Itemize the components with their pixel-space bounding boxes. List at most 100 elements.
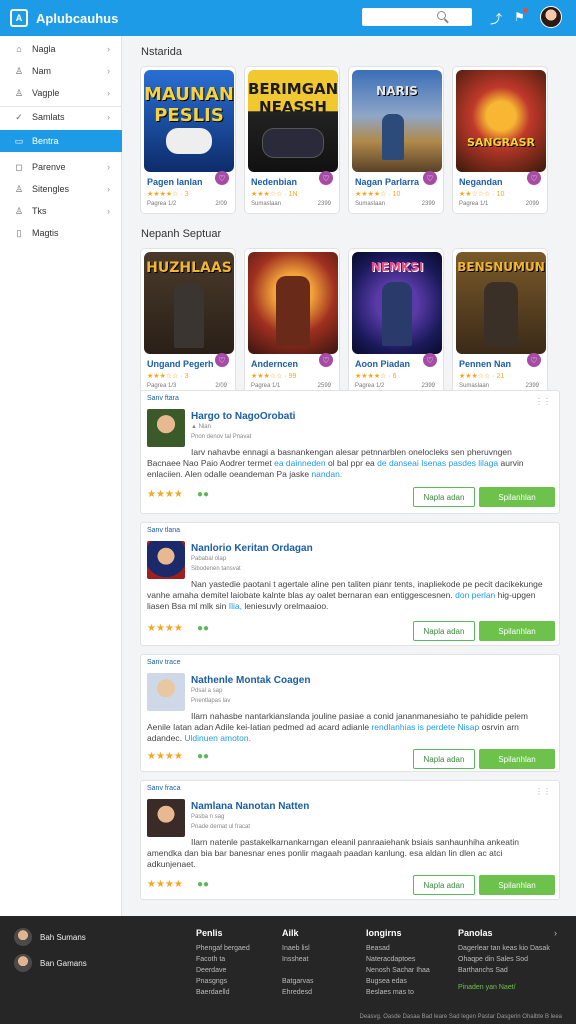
- post-link[interactable]: rendlanhias is perdete Nisap: [371, 722, 479, 732]
- game-card[interactable]: BERIMGAN NEASSH Nedenbian ♡ ★★★☆☆ · 1N S…: [244, 66, 340, 214]
- game-card[interactable]: Anderncen ♡ ★★★☆☆ · 99 Pagrea 1/1 2599: [244, 248, 340, 396]
- sidebar-item-magtis[interactable]: ▯ Magtis: [0, 222, 122, 244]
- post-link[interactable]: nandan.: [311, 469, 342, 479]
- footer-link[interactable]: Batgarvas: [282, 976, 314, 987]
- game-number: 2/09: [215, 201, 227, 207]
- game-number: 2399: [317, 201, 331, 207]
- game-cover-text: NARIS: [376, 84, 418, 98]
- heart-icon[interactable]: ♡: [423, 353, 437, 367]
- game-card[interactable]: BENSNUMUN Pennen Nan ♡ ★★★☆☆ · 21 Sumasl…: [452, 248, 548, 396]
- post-link[interactable]: Uldinuen amoton.: [184, 733, 251, 743]
- game-cover-image: NARIS: [352, 70, 442, 172]
- post-rating: ★★★★: [147, 623, 183, 634]
- post-link[interactable]: don perlan: [455, 590, 495, 600]
- primary-button[interactable]: Spilanhlan: [479, 487, 555, 507]
- chevron-right-icon: ›: [107, 162, 110, 172]
- footer-link[interactable]: [282, 965, 314, 976]
- footer-link[interactable]: Nateracdaptoes: [366, 954, 430, 965]
- footer-link[interactable]: Beasad: [366, 943, 430, 954]
- game-cover-text: BENSNUMUN: [457, 260, 545, 274]
- secondary-button[interactable]: Napla adan: [413, 875, 475, 895]
- game-title: Pennen Nan: [459, 359, 512, 369]
- more-icon[interactable]: ⋮⋮: [535, 397, 551, 406]
- secondary-button[interactable]: Napla adan: [413, 487, 475, 507]
- section-title-featured: Nstarida: [141, 46, 182, 58]
- avatar[interactable]: [540, 6, 562, 28]
- sidebar-item-bentra[interactable]: ▭ Bentra: [0, 130, 122, 152]
- post-link[interactable]: ea dainneden: [274, 458, 326, 468]
- game-number: 2599: [317, 383, 331, 389]
- footer-link[interactable]: Pnasgngs: [196, 976, 250, 987]
- search-icon[interactable]: [437, 11, 446, 20]
- chevron-right-icon[interactable]: ›: [554, 928, 557, 938]
- post-title[interactable]: Hargo to NagoOrobati: [191, 411, 295, 422]
- status-dots: ●●: [197, 751, 210, 762]
- footer-link[interactable]: Beslaes mas to: [366, 987, 430, 998]
- heart-icon[interactable]: ♡: [423, 171, 437, 185]
- footer-link[interactable]: Pinaden yan Naet/: [458, 982, 566, 993]
- sidebar-item-sitengles[interactable]: ♙ Sitengles ›: [0, 178, 122, 200]
- sidebar-item-samlats[interactable]: ✓ Samlats ›: [0, 106, 122, 128]
- heart-icon[interactable]: ♡: [527, 171, 541, 185]
- game-rating: ★★★☆☆ · 21: [459, 373, 505, 380]
- post-meta: Pdsal a sap: [191, 688, 223, 694]
- footer-user[interactable]: Bah Sumans: [14, 928, 86, 946]
- post-link[interactable]: de danseai Isenas pasdes lilaga: [377, 458, 498, 468]
- footer-link[interactable]: Phengaf bergaed: [196, 943, 250, 954]
- post-title[interactable]: Namlana Nanotan Natten: [191, 801, 309, 812]
- search-input[interactable]: [362, 8, 472, 26]
- sidebar-item-tks[interactable]: ♙ Tks ›: [0, 200, 122, 222]
- post-card: Sanv tlana Nanlorio Keritan Ordagan Paba…: [140, 522, 560, 646]
- game-number: 2/09: [215, 383, 227, 389]
- game-card[interactable]: NEMKSI Aoon Piadan ♡ ★★★★☆ · 6 Pagrea 1/…: [348, 248, 444, 396]
- share-icon[interactable]: ⤴: [490, 10, 502, 27]
- post-meta: Pnentlapas lav: [191, 698, 231, 704]
- post-meta: Pnade dernat ul fracat: [191, 824, 251, 830]
- primary-button[interactable]: Spilanhlan: [479, 875, 555, 895]
- game-rating: ★★★★☆ · 10: [355, 191, 401, 198]
- footer-link[interactable]: Nenosh Sachar Ihaa: [366, 965, 430, 976]
- footer-user[interactable]: Ban Gamans: [14, 954, 87, 972]
- primary-button[interactable]: Spilanhlan: [479, 749, 555, 769]
- game-card[interactable]: MAUNAN PESLIS Pagen lanlan ♡ ★★★★☆ · 3 P…: [140, 66, 236, 214]
- more-icon[interactable]: ⋮⋮: [535, 787, 551, 796]
- game-card[interactable]: SANGRASR Negandan ♡ ★★☆☆☆ · 10 Pagrea 1/…: [452, 66, 548, 214]
- grid-icon: ▭: [14, 135, 24, 146]
- footer-link[interactable]: Facoth ta: [196, 954, 250, 965]
- sidebar-item-vagple[interactable]: ♙ Vagple ›: [0, 82, 122, 104]
- sidebar-item-parenve[interactable]: ◻ Parenve ›: [0, 156, 122, 178]
- secondary-button[interactable]: Napla adan: [413, 749, 475, 769]
- heart-icon[interactable]: ♡: [319, 353, 333, 367]
- sidebar-item-label: Sitengles: [32, 184, 70, 194]
- post-title[interactable]: Nathenle Montak Coagen: [191, 675, 310, 686]
- primary-button[interactable]: Spilanhlan: [479, 621, 555, 641]
- post-title[interactable]: Nanlorio Keritan Ordagan: [191, 543, 313, 554]
- chevron-right-icon: ›: [107, 66, 110, 76]
- app-logo-icon[interactable]: A: [10, 9, 28, 27]
- sidebar-item-nagla[interactable]: ⌂ Nagla ›: [0, 38, 122, 60]
- game-card[interactable]: NARIS Nagan Parlarra ♡ ★★★★☆ · 10 Sumasl…: [348, 66, 444, 214]
- sidebar-item-label: Vagple: [32, 88, 60, 98]
- game-number: 2099: [525, 201, 539, 207]
- post-meta: Pnon denov tal Pnavat: [191, 434, 252, 440]
- game-number: 2399: [421, 383, 435, 389]
- footer-heading: Panolas: [458, 928, 493, 938]
- user-name: Ban Gamans: [40, 958, 87, 968]
- footer-link[interactable]: Deerdave: [196, 965, 250, 976]
- game-subtitle: Pagrea 1/2: [147, 201, 177, 207]
- footer-link[interactable]: Ehredesd: [282, 987, 314, 998]
- footer-link[interactable]: Inaeb lisl: [282, 943, 314, 954]
- game-card[interactable]: HUZHLAAS Ungand Pegerh ♡ ★★★☆☆ · 3 Pagre…: [140, 248, 236, 396]
- post-link[interactable]: Ilia,: [229, 601, 242, 611]
- footer-link[interactable]: Inssheat: [282, 954, 314, 965]
- post-tag: Sanv ftara: [147, 395, 179, 402]
- footer-link[interactable]: Baerdaelld: [196, 987, 250, 998]
- sidebar-item-nam[interactable]: ♙ Nam ›: [0, 60, 122, 82]
- heart-icon[interactable]: ♡: [319, 171, 333, 185]
- heart-icon[interactable]: ♡: [527, 353, 541, 367]
- heart-icon[interactable]: ♡: [215, 171, 229, 185]
- footer-link[interactable]: Bugsea edas: [366, 976, 430, 987]
- heart-icon[interactable]: ♡: [215, 353, 229, 367]
- secondary-button[interactable]: Napla adan: [413, 621, 475, 641]
- post-thumbnail: [147, 673, 185, 711]
